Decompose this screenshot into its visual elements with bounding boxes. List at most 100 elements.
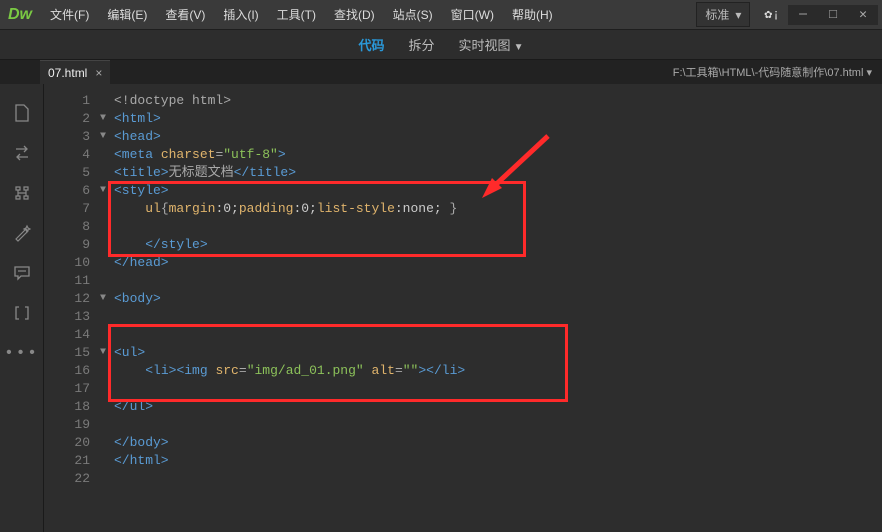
line-gutter: 1 2 3 4 5 6 7 8 9 10 11 12 13 14 15 16 1… [44, 84, 96, 532]
line-number: 2 [44, 110, 96, 128]
close-button[interactable]: ✕ [848, 5, 878, 25]
view-live-label: 实时视图 [459, 38, 511, 53]
minimize-button[interactable]: ─ [788, 5, 818, 25]
code-token: > [278, 147, 286, 162]
line-number: 16 [44, 362, 96, 380]
code-token: > [418, 363, 426, 378]
tab-07-html[interactable]: 07.html × [40, 60, 110, 84]
chevron-down-icon: ▼ [514, 42, 524, 53]
code-token: <title> [114, 165, 169, 180]
line-number: 13 [44, 308, 96, 326]
code-token: src [208, 363, 239, 378]
code-token [114, 363, 145, 378]
code-token: ul [114, 201, 161, 216]
code-token: :none; [395, 201, 450, 216]
wand-icon[interactable] [13, 224, 31, 242]
code-token: </ul> [114, 399, 153, 414]
line-number: 9 [44, 236, 96, 254]
code-token: = [395, 363, 403, 378]
code-token: margin [169, 201, 216, 216]
code-token: = [239, 363, 247, 378]
menu-insert[interactable]: 插入(I) [215, 2, 266, 27]
line-number: 5 [44, 164, 96, 182]
line-number: 10 [44, 254, 96, 272]
fold-marker[interactable]: ▼ [96, 290, 110, 308]
line-number: 1 [44, 92, 96, 110]
menu-file[interactable]: 文件(F) [42, 2, 97, 27]
line-number: 20 [44, 434, 96, 452]
document-tabs: 07.html × F:\工具箱\HTML\-代码随意制作\07.html ▾ [0, 60, 882, 84]
fold-marker[interactable]: ▼ [96, 128, 110, 146]
more-icon[interactable]: ••• [13, 344, 31, 362]
code-token: </li> [426, 363, 465, 378]
menu-view[interactable]: 查看(V) [157, 2, 213, 27]
code-token: { [161, 201, 169, 216]
fold-marker[interactable]: ▼ [96, 110, 110, 128]
code-token: "" [403, 363, 419, 378]
line-number: 4 [44, 146, 96, 164]
code-token: <body> [114, 291, 161, 306]
code-token: "utf-8" [223, 147, 278, 162]
code-token: <img [176, 363, 207, 378]
settings-button[interactable]: ✿¡ [764, 7, 780, 22]
chevron-down-icon: ▾ [735, 8, 741, 22]
menu-site[interactable]: 站点(S) [385, 2, 441, 27]
line-number: 22 [44, 470, 96, 488]
workspace-label: 标准 [705, 6, 729, 23]
menu-tools[interactable]: 工具(T) [269, 2, 324, 27]
code-token: :0; [293, 201, 316, 216]
code-token: </title> [234, 165, 296, 180]
code-token: </head> [114, 255, 169, 270]
line-number: 18 [44, 398, 96, 416]
view-live[interactable]: 实时视图▼ [459, 35, 524, 54]
code-token: <ul> [114, 345, 145, 360]
view-split[interactable]: 拆分 [409, 35, 435, 54]
chevron-down-icon: ▾ [866, 67, 872, 79]
file-icon[interactable] [13, 104, 31, 122]
file-path-text: F:\工具箱\HTML\-代码随意制作\07.html [673, 67, 864, 79]
line-number: 11 [44, 272, 96, 290]
code-token: <style> [114, 183, 169, 198]
title-bar: Dw 文件(F) 编辑(E) 查看(V) 插入(I) 工具(T) 查找(D) 站… [0, 0, 882, 30]
comment-icon[interactable] [13, 264, 31, 282]
view-code[interactable]: 代码 [359, 35, 385, 54]
code-token: <html> [114, 111, 161, 126]
menu-find[interactable]: 查找(D) [326, 2, 383, 27]
code-token: list-style [317, 201, 395, 216]
code-token: } [449, 201, 457, 216]
line-number: 3 [44, 128, 96, 146]
line-number: 21 [44, 452, 96, 470]
line-number: 14 [44, 326, 96, 344]
brackets-icon[interactable] [13, 304, 31, 322]
fold-marker[interactable]: ▼ [96, 182, 110, 200]
menu-bar: 文件(F) 编辑(E) 查看(V) 插入(I) 工具(T) 查找(D) 站点(S… [42, 2, 561, 27]
code-token: </style> [114, 237, 208, 252]
fold-marker[interactable]: ▼ [96, 344, 110, 362]
line-number: 7 [44, 200, 96, 218]
menu-help[interactable]: 帮助(H) [504, 2, 561, 27]
app-logo: Dw [8, 6, 32, 24]
code-content[interactable]: <!doctype html> <html> <head> <meta char… [114, 92, 882, 488]
line-number: 8 [44, 218, 96, 236]
tool-sidebar: ••• [0, 84, 44, 532]
tab-close-button[interactable]: × [95, 66, 102, 80]
hierarchy-icon[interactable] [13, 184, 31, 202]
line-number: 15 [44, 344, 96, 362]
transfer-icon[interactable] [13, 144, 31, 162]
menu-window[interactable]: 窗口(W) [443, 2, 502, 27]
main-area: ••• 1 2 3 4 5 6 7 8 9 10 11 12 13 14 15 … [0, 84, 882, 532]
workspace-selector[interactable]: 标准 ▾ [696, 2, 750, 27]
line-number: 6 [44, 182, 96, 200]
code-token: 无标题文档 [169, 165, 234, 180]
code-token: <!doctype html> [114, 93, 231, 108]
window-controls: ─ □ ✕ [788, 5, 878, 25]
code-token: </body> [114, 435, 169, 450]
menu-edit[interactable]: 编辑(E) [99, 2, 155, 27]
line-number: 12 [44, 290, 96, 308]
code-token: <head> [114, 129, 161, 144]
code-token: </html> [114, 453, 169, 468]
tab-label: 07.html [48, 66, 87, 80]
code-editor[interactable]: 1 2 3 4 5 6 7 8 9 10 11 12 13 14 15 16 1… [44, 84, 882, 532]
maximize-button[interactable]: □ [818, 5, 848, 25]
code-token: charset [153, 147, 215, 162]
